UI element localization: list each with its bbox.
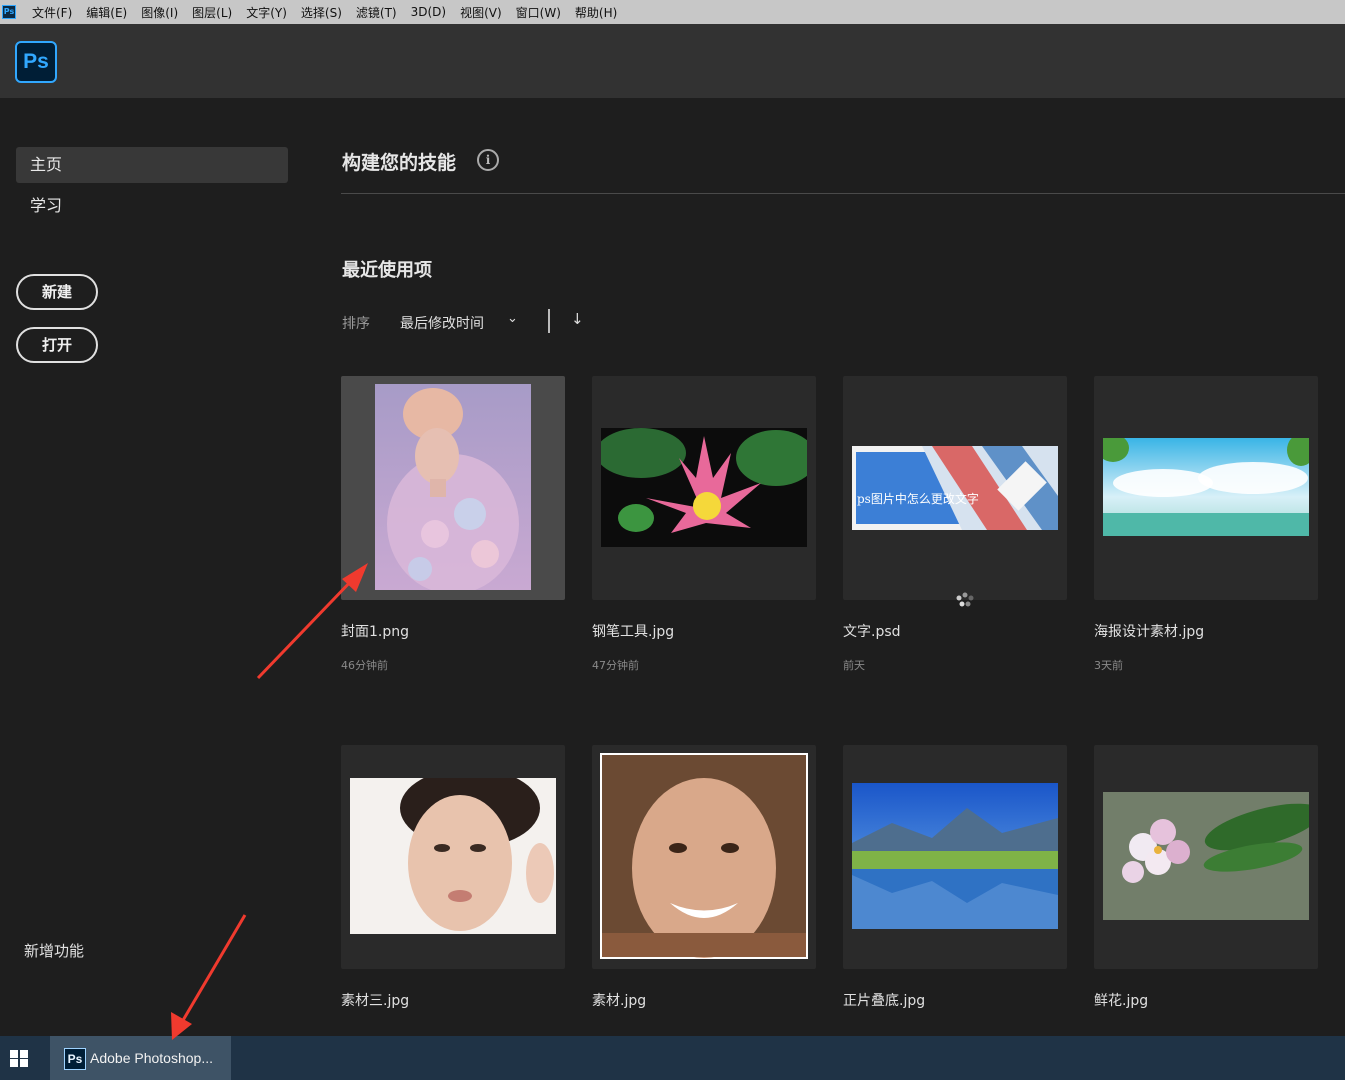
sidebar-item-learn[interactable]: 学习 <box>16 188 288 224</box>
file-name: 海报设计素材.jpg <box>1094 624 1205 640</box>
recent-file-card[interactable] <box>843 745 1067 969</box>
taskbar-photoshop-button[interactable]: Ps Adobe Photoshop... <box>50 1036 231 1080</box>
file-name: 素材三.jpg <box>341 993 410 1009</box>
file-thumbnail <box>852 783 1058 929</box>
file-name: 文字.psd <box>843 624 901 640</box>
file-time: 46分钟前 <box>341 659 388 672</box>
sort-separator <box>548 309 550 333</box>
loading-spinner-icon <box>956 592 974 607</box>
recent-file-card[interactable] <box>1094 376 1318 600</box>
file-thumbnail <box>350 778 556 934</box>
sidebar: 主页 学习 新建 打开 新增功能 <box>0 98 310 1036</box>
menu-select[interactable]: 选择(S) <box>301 4 342 21</box>
file-thumbnail <box>1103 792 1309 920</box>
windows-icon[interactable] <box>10 1050 28 1067</box>
recent-file-card[interactable] <box>592 745 816 969</box>
menu-window[interactable]: 窗口(W) <box>516 4 561 21</box>
recent-file-card[interactable] <box>1094 745 1318 969</box>
menu-3d[interactable]: 3D(D) <box>411 5 446 19</box>
thumbnail-caption: ps图片中怎么更改文字 <box>857 492 979 506</box>
recent-file-card[interactable] <box>341 376 565 600</box>
whats-new-link[interactable]: 新增功能 <box>24 940 84 961</box>
open-button[interactable]: 打开 <box>16 327 98 363</box>
file-time: 前天 <box>843 659 865 672</box>
file-name: 钢笔工具.jpg <box>592 624 675 640</box>
photoshop-app-icon[interactable]: Ps <box>2 5 16 19</box>
file-time: 3天前 <box>1094 659 1123 672</box>
file-thumbnail <box>375 384 531 590</box>
header-bar: Ps <box>0 24 1345 98</box>
section-divider <box>341 193 1345 194</box>
menu-layer[interactable]: 图层(L) <box>192 4 232 21</box>
menu-help[interactable]: 帮助(H) <box>575 4 617 21</box>
file-name: 正片叠底.jpg <box>843 993 926 1009</box>
menu-file[interactable]: 文件(F) <box>32 4 72 21</box>
file-name: 素材.jpg <box>592 993 647 1009</box>
file-thumbnail <box>600 753 808 959</box>
sidebar-item-home[interactable]: 主页 <box>16 147 288 183</box>
recent-file-card[interactable] <box>592 376 816 600</box>
photoshop-icon: Ps <box>64 1048 86 1070</box>
menu-bar: Ps 文件(F) 编辑(E) 图像(I) 图层(L) 文字(Y) 选择(S) 滤… <box>0 0 1345 24</box>
skills-heading: 构建您的技能 <box>342 152 457 174</box>
new-button[interactable]: 新建 <box>16 274 98 310</box>
info-icon[interactable]: i <box>477 149 499 171</box>
taskbar-label: Adobe Photoshop... <box>90 1050 213 1066</box>
sort-dropdown[interactable]: 最后修改时间 <box>400 313 484 333</box>
chevron-down-icon[interactable]: ⌄ <box>507 311 518 326</box>
recent-file-card[interactable]: ps图片中怎么更改文字 <box>843 376 1067 600</box>
menu-image[interactable]: 图像(I) <box>141 4 178 21</box>
menu-edit[interactable]: 编辑(E) <box>86 4 127 21</box>
menu-filter[interactable]: 滤镜(T) <box>356 4 397 21</box>
file-thumbnail <box>1103 438 1309 536</box>
file-thumbnail <box>852 446 1058 530</box>
arrow-down-icon[interactable]: ↓ <box>571 310 584 328</box>
recent-heading: 最近使用项 <box>342 260 432 281</box>
photoshop-logo[interactable]: Ps <box>15 41 57 83</box>
recent-file-card[interactable] <box>341 745 565 969</box>
menu-type[interactable]: 文字(Y) <box>246 4 287 21</box>
sort-label: 排序 <box>342 316 370 332</box>
file-name: 鲜花.jpg <box>1094 993 1149 1009</box>
file-time: 47分钟前 <box>592 659 639 672</box>
file-thumbnail <box>601 428 807 547</box>
file-name: 封面1.png <box>341 624 410 640</box>
menu-view[interactable]: 视图(V) <box>460 4 502 21</box>
taskbar: Ps Adobe Photoshop... <box>0 1036 1345 1080</box>
